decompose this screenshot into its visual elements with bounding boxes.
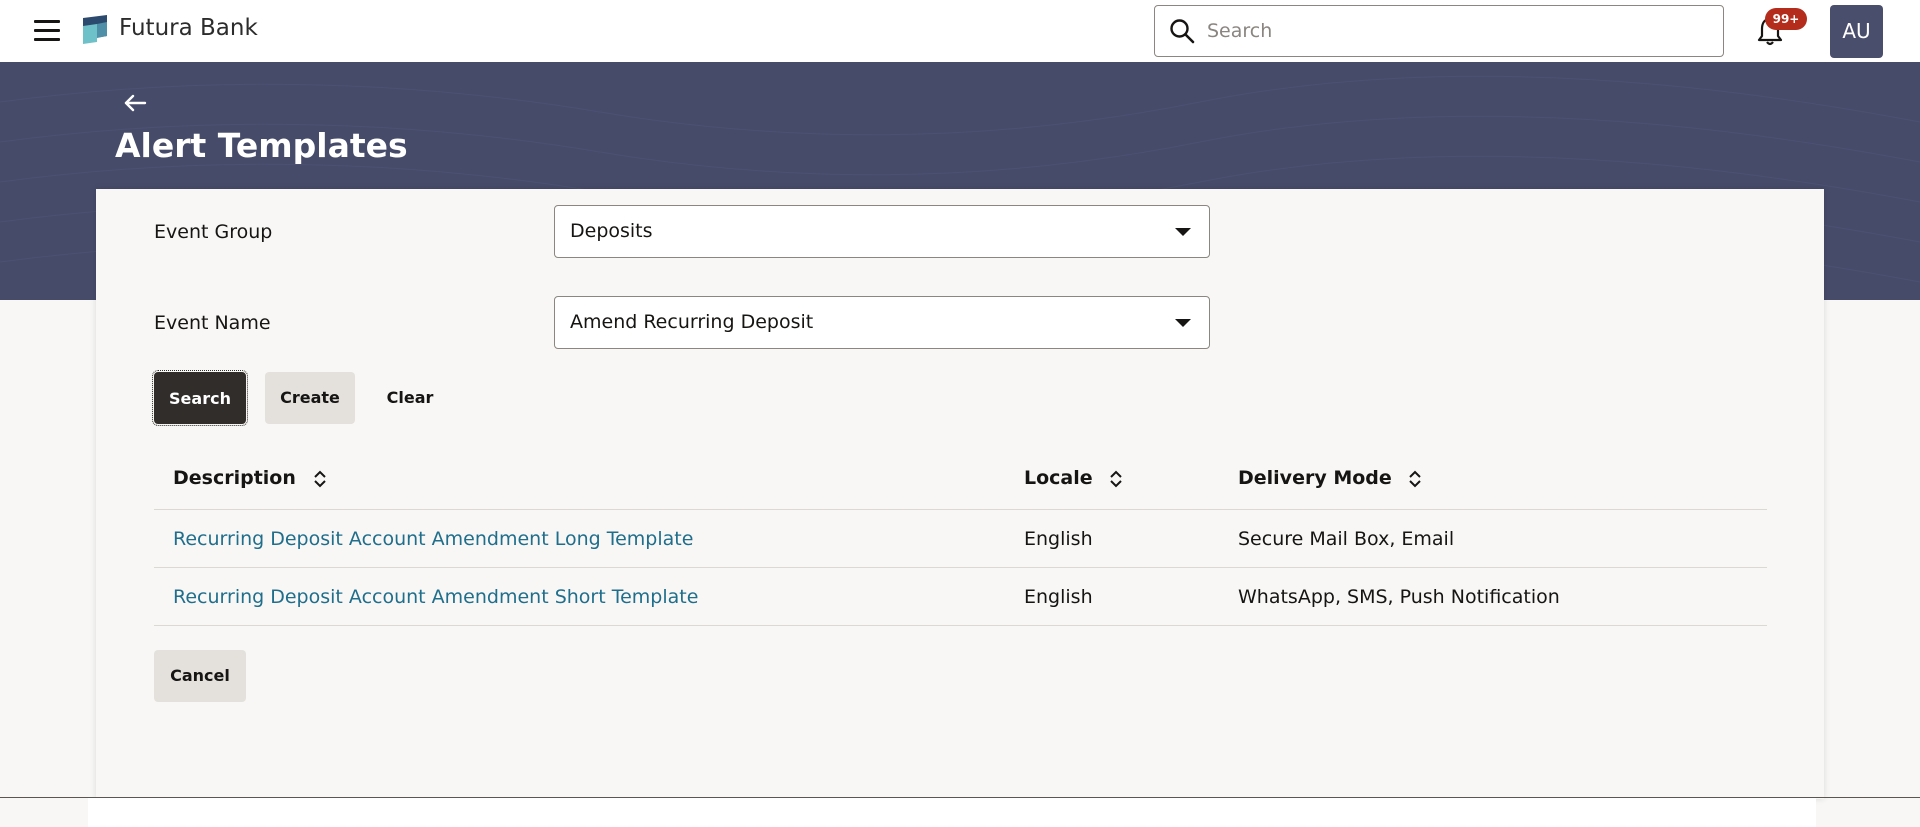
- col-delivery-mode-label: Delivery Mode: [1238, 467, 1392, 489]
- col-description-label: Description: [173, 467, 296, 489]
- sort-icon[interactable]: [313, 469, 327, 489]
- col-delivery-mode[interactable]: Delivery Mode: [1238, 467, 1422, 489]
- top-header: Futura Bank 99+ AU: [0, 0, 1920, 62]
- search-icon: [1170, 19, 1195, 44]
- create-button[interactable]: Create: [265, 372, 355, 424]
- template-description-link[interactable]: Recurring Deposit Account Amendment Shor…: [173, 586, 698, 608]
- hamburger-menu-icon[interactable]: [34, 20, 60, 42]
- template-delivery-mode: WhatsApp, SMS, Push Notification: [1238, 586, 1560, 608]
- chevron-down-icon: [1175, 319, 1191, 327]
- sort-icon[interactable]: [1408, 469, 1422, 489]
- template-locale: English: [1024, 528, 1093, 550]
- col-locale-label: Locale: [1024, 467, 1093, 489]
- event-name-label: Event Name: [154, 312, 271, 334]
- table-header: Description Locale Delivery Mode: [154, 444, 1767, 510]
- event-name-value: Amend Recurring Deposit: [570, 311, 814, 333]
- global-search[interactable]: [1154, 5, 1724, 57]
- sort-icon[interactable]: [1109, 469, 1123, 489]
- template-delivery-mode: Secure Mail Box, Email: [1238, 528, 1455, 550]
- event-name-select[interactable]: Amend Recurring Deposit: [554, 296, 1210, 349]
- template-description-link[interactable]: Recurring Deposit Account Amendment Long…: [173, 528, 693, 550]
- back-arrow-icon[interactable]: [122, 90, 148, 116]
- col-description[interactable]: Description: [173, 467, 327, 489]
- cancel-button[interactable]: Cancel: [154, 650, 246, 702]
- templates-table: Description Locale Delivery Mode Recurri…: [154, 444, 1767, 626]
- user-avatar[interactable]: AU: [1830, 5, 1883, 58]
- table-row: Recurring Deposit Account Amendment Long…: [154, 510, 1767, 568]
- notification-badge: 99+: [1765, 8, 1807, 30]
- alert-templates-card: Event Group Deposits Event Name Amend Re…: [96, 189, 1824, 799]
- footer-strip: [88, 798, 1816, 827]
- clear-button[interactable]: Clear: [374, 372, 446, 424]
- template-locale: English: [1024, 586, 1093, 608]
- chevron-down-icon: [1175, 228, 1191, 236]
- bank-logo-icon: [83, 15, 107, 44]
- event-group-label: Event Group: [154, 221, 273, 243]
- search-button[interactable]: Search: [152, 370, 248, 426]
- event-group-select[interactable]: Deposits: [554, 205, 1210, 258]
- col-locale[interactable]: Locale: [1024, 467, 1123, 489]
- event-group-value: Deposits: [570, 220, 653, 242]
- table-row: Recurring Deposit Account Amendment Shor…: [154, 568, 1767, 626]
- search-input[interactable]: [1207, 14, 1707, 48]
- page-title: Alert Templates: [115, 126, 408, 165]
- brand-name[interactable]: Futura Bank: [119, 15, 258, 41]
